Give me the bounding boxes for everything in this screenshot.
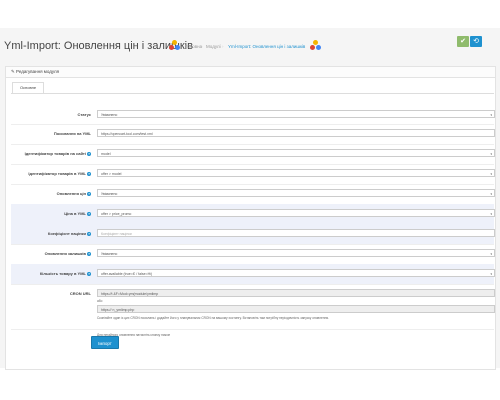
cron-label: CRON URL (69, 291, 91, 296)
tab-divider (11, 93, 494, 94)
cancel-button[interactable]: ⟲ (470, 36, 482, 47)
stock-update-select[interactable]: Увімкнено ▾ (97, 249, 495, 257)
help-icon[interactable]: ? (87, 271, 91, 276)
breadcrumb-current[interactable]: Yml-Import: Оновлення цін і залишків (228, 44, 305, 49)
check-icon: ✔ (460, 38, 466, 45)
price-yml-select[interactable]: offer > price_promo ▾ (97, 209, 495, 217)
edit-panel: ✎ Редагування модуля Основне Статус Увім… (5, 66, 496, 370)
help-icon[interactable]: ? (87, 251, 91, 256)
tab-general[interactable]: Основне (12, 82, 44, 93)
qty-yml-row: Кількість товару в YML? offer.available … (11, 264, 495, 285)
panel-heading (6, 67, 495, 78)
stock-update-row: Оновлення залишків? Увімкнено ▾ (11, 244, 495, 265)
reply-icon: ⟲ (473, 38, 479, 45)
module-logo-icon (169, 40, 180, 51)
qty-yml-select[interactable]: offer.available (true=Є / false=Ні) ▾ (97, 269, 495, 277)
chevron-down-icon: ▾ (490, 113, 492, 117)
cron-help-text: Скопіюйте один із цих CRON посилань і до… (97, 316, 329, 320)
ratio-row: Коефіцієнт націнки? Коефіцієнт націнки (11, 224, 495, 245)
price-update-row: Оновлення цін? Увімкнено ▾ (11, 184, 495, 205)
chevron-down-icon: ▾ (490, 172, 492, 176)
cron-row: CRON URL https://t &F=Mod=ym(module/ymli… (11, 284, 495, 330)
price-update-select[interactable]: Увімкнено ▾ (97, 189, 495, 197)
ratio-label: Коефіцієнт націнки? (47, 231, 91, 236)
status-row: Статус Увімкнено ▾ (11, 105, 495, 125)
cron-or-text: або (97, 299, 103, 303)
qty-yml-label: Кількість товару в YML? (39, 271, 91, 276)
yml-id-row: Ідентифікатор товарів в YML? offer > mod… (11, 164, 495, 185)
panel-title: ✎ Редагування модуля (11, 69, 60, 74)
cron-url-2[interactable]: https:// n_ymlimp.php (97, 305, 495, 313)
yml-url-label: Посилання на YML (53, 131, 91, 136)
save-button[interactable]: ✔ (457, 36, 469, 47)
yml-id-label: Ідентифікатор товарів в YML? (28, 171, 91, 176)
help-icon[interactable]: ? (87, 231, 91, 236)
help-icon[interactable]: ? (87, 191, 91, 196)
stock-update-label: Оновлення залишків? (44, 251, 91, 256)
site-id-select[interactable]: model ▾ (97, 149, 495, 157)
help-icon[interactable]: ? (87, 171, 91, 176)
yml-url-input[interactable]: https://opencart-tool.com/test.xml (97, 129, 495, 137)
help-icon[interactable]: ? (87, 151, 91, 156)
yml-url-row: Посилання на YML https://opencart-tool.c… (11, 124, 495, 145)
breadcrumb-modules[interactable]: Модулі (206, 44, 221, 49)
module-logo-icon (310, 40, 321, 51)
site-id-row: Ідентифікатор товарів на сайті? model ▾ (11, 144, 495, 165)
help-icon[interactable]: ? (87, 211, 91, 216)
chevron-down-icon: ▾ (490, 212, 492, 216)
page-title: Yml-Import: Оновлення цін і залишків (4, 40, 193, 52)
import-button[interactable]: Імпорт (91, 336, 119, 349)
chevron-down-icon: ▾ (490, 152, 492, 156)
chevron-down-icon: ▾ (490, 272, 492, 276)
chevron-down-icon: ▾ (490, 252, 492, 256)
breadcrumb-separator: › (222, 44, 224, 49)
status-select[interactable]: Увімкнено ▾ (97, 110, 495, 118)
site-id-label: Ідентифікатор товарів на сайті? (24, 151, 91, 156)
ratio-input[interactable]: Коефіцієнт націнки (97, 229, 495, 237)
chevron-down-icon: ▾ (490, 192, 492, 196)
price-yml-label: Ціна в YML? (64, 211, 91, 216)
breadcrumb-home[interactable]: Головна (185, 44, 202, 49)
status-label: Статус (77, 112, 91, 117)
cron-url-1[interactable]: https://t &F=Mod=ym(module/ymlimp (97, 289, 495, 297)
price-yml-row: Ціна в YML? offer > price_promo ▾ (11, 204, 495, 225)
breadcrumb-separator: › (201, 44, 203, 49)
yml-id-select[interactable]: offer > model ▾ (97, 169, 495, 177)
price-update-label: Оновлення цін? (56, 191, 91, 196)
